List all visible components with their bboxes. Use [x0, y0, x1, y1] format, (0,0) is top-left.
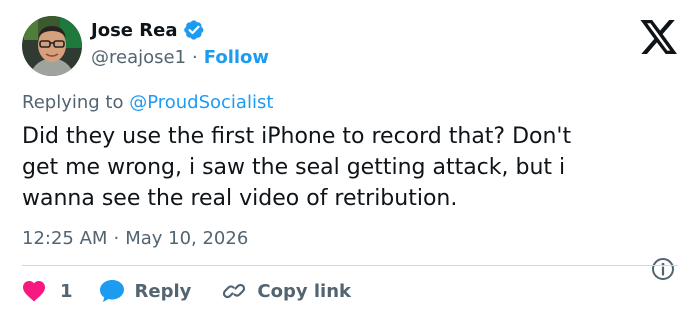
copy-link-button[interactable]: Copy link: [221, 279, 351, 303]
verified-badge-icon: [183, 19, 205, 41]
replying-to-line: Replying to @ProudSocialist: [22, 92, 273, 113]
author-name[interactable]: Jose Rea: [91, 20, 177, 41]
author-handle-row: @reajose1 · Follow: [91, 47, 269, 68]
avatar-image: [22, 16, 82, 76]
like-button[interactable]: 1: [22, 280, 73, 302]
reply-button[interactable]: Reply: [99, 279, 192, 303]
tweet-timestamp[interactable]: 12:25 AM · May 10, 2026: [22, 228, 248, 249]
reply-bubble-icon: [99, 280, 124, 302]
tweet-text-line: Did they use the first iPhone to record …: [22, 124, 572, 149]
author-handle[interactable]: @reajose1: [91, 47, 186, 68]
action-bar: 1 Reply Copy link: [22, 277, 351, 305]
reply-label: Reply: [134, 280, 192, 302]
tweet-date: May 10, 2026: [125, 228, 249, 249]
tweet-text: Did they use the first iPhone to record …: [22, 121, 682, 214]
replying-to-prefix: Replying to: [22, 92, 130, 113]
tweet-time: 12:25 AM: [22, 228, 108, 249]
follow-button[interactable]: Follow: [204, 47, 269, 68]
like-count: 1: [60, 280, 73, 302]
timestamp-separator: ·: [113, 228, 120, 249]
divider: [22, 265, 678, 266]
tweet-text-line: wanna see the real video of retribution.: [22, 186, 458, 211]
tweet-text-line: get me wrong, i saw the seal getting att…: [22, 155, 566, 180]
handle-separator: ·: [192, 47, 198, 68]
info-icon[interactable]: [650, 256, 676, 282]
heart-icon: [23, 281, 45, 302]
x-logo-icon[interactable]: [638, 19, 678, 55]
link-icon: [223, 283, 246, 299]
author-name-row: Jose Rea: [91, 19, 205, 41]
avatar[interactable]: [22, 16, 82, 76]
replying-to-mention[interactable]: @ProudSocialist: [129, 92, 273, 113]
copy-link-label: Copy link: [257, 280, 351, 302]
